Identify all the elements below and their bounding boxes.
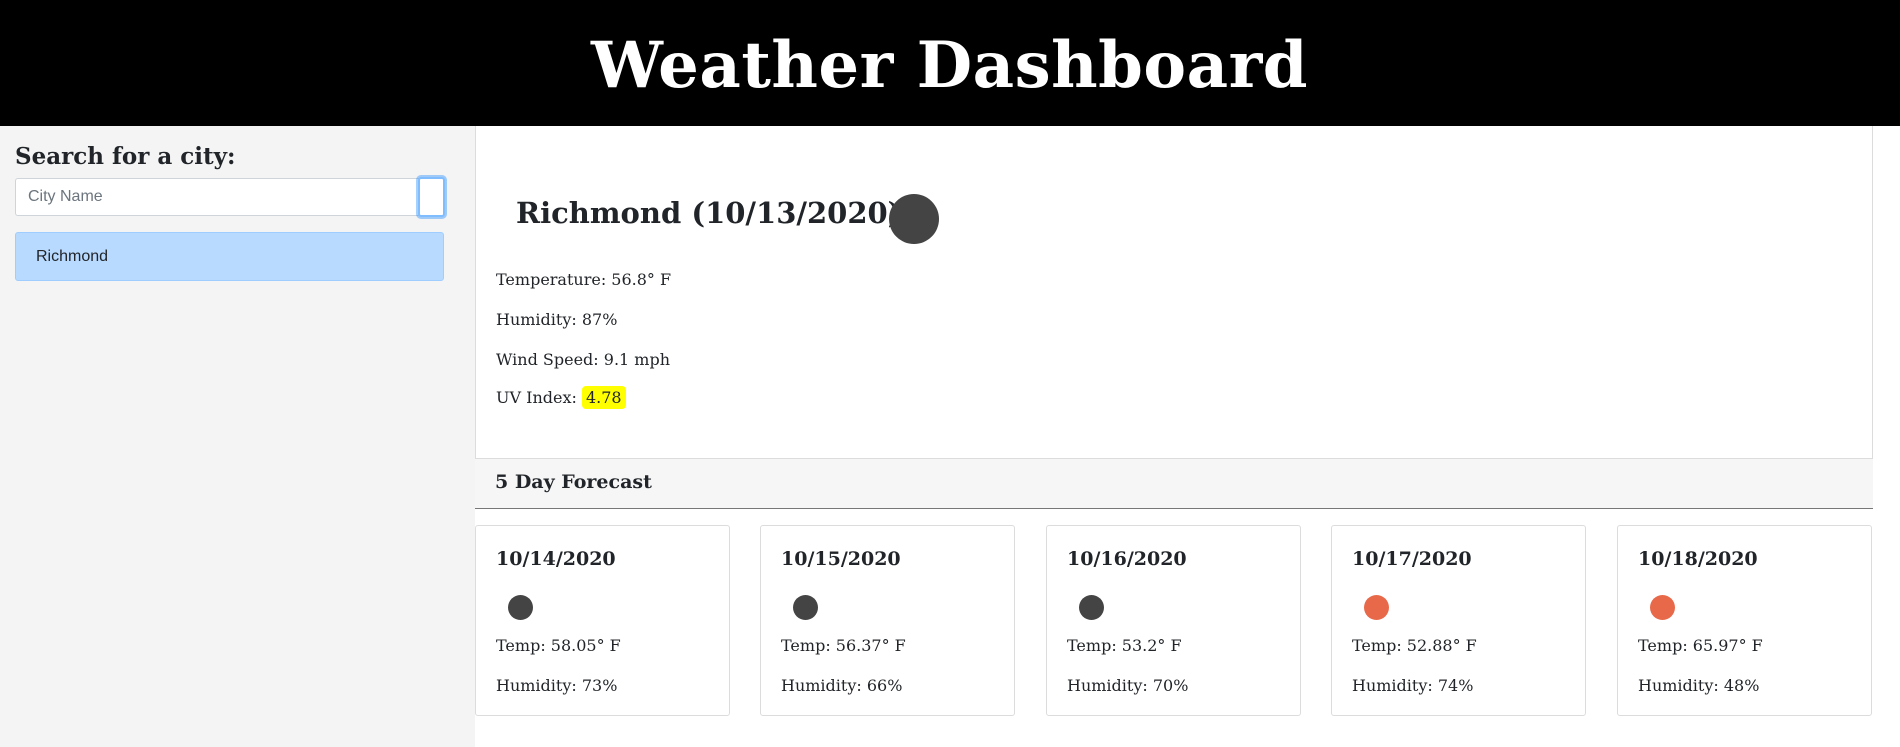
weather-icon	[1650, 595, 1675, 620]
search-heading: Search for a city:	[15, 143, 236, 170]
city-search-input[interactable]	[15, 178, 419, 216]
forecast-card: 10/17/2020 Temp: 52.88° F Humidity: 74%	[1331, 525, 1586, 716]
forecast-temp: Temp: 53.2° F	[1067, 636, 1182, 655]
uv-index-label: UV Index:	[496, 388, 582, 407]
forecast-temp: Temp: 56.37° F	[781, 636, 906, 655]
forecast-date: 10/18/2020	[1638, 548, 1758, 570]
search-button[interactable]	[418, 177, 445, 217]
uv-index-row: UV Index: 4.78	[496, 386, 626, 409]
weather-icon	[1364, 595, 1389, 620]
forecast-card: 10/16/2020 Temp: 53.2° F Humidity: 70%	[1046, 525, 1301, 716]
forecast-temp: Temp: 65.97° F	[1638, 636, 1763, 655]
forecast-card: 10/14/2020 Temp: 58.05° F Humidity: 73%	[475, 525, 730, 716]
forecast-date: 10/16/2020	[1067, 548, 1187, 570]
search-history-item[interactable]: Richmond	[15, 232, 444, 281]
forecast-date: 10/14/2020	[496, 548, 616, 570]
forecast-humidity: Humidity: 70%	[1067, 676, 1189, 695]
forecast-card: 10/15/2020 Temp: 56.37° F Humidity: 66%	[760, 525, 1015, 716]
forecast-card: 10/18/2020 Temp: 65.97° F Humidity: 48%	[1617, 525, 1872, 716]
current-city-title: Richmond (10/13/2020)	[516, 196, 902, 230]
forecast-header: 5 Day Forecast	[475, 459, 1873, 509]
weather-icon	[508, 595, 533, 620]
current-weather-card: Richmond (10/13/2020) Temperature: 56.8°…	[475, 126, 1873, 459]
wind-speed-text: Wind Speed: 9.1 mph	[496, 350, 671, 369]
forecast-humidity: Humidity: 48%	[1638, 676, 1760, 695]
forecast-humidity: Humidity: 74%	[1352, 676, 1474, 695]
app-header: Weather Dashboard	[0, 0, 1900, 126]
weather-icon	[793, 595, 818, 620]
forecast-date: 10/15/2020	[781, 548, 901, 570]
main-content: Richmond (10/13/2020) Temperature: 56.8°…	[475, 126, 1900, 747]
forecast-humidity: Humidity: 73%	[496, 676, 618, 695]
forecast-date: 10/17/2020	[1352, 548, 1472, 570]
page-title: Weather Dashboard	[590, 27, 1309, 103]
humidity-text: Humidity: 87%	[496, 310, 618, 329]
forecast-humidity: Humidity: 66%	[781, 676, 903, 695]
sidebar: Search for a city:	[0, 126, 475, 747]
forecast-temp: Temp: 52.88° F	[1352, 636, 1477, 655]
forecast-heading: 5 Day Forecast	[495, 471, 652, 493]
temperature-text: Temperature: 56.8° F	[496, 270, 672, 289]
forecast-temp: Temp: 58.05° F	[496, 636, 621, 655]
weather-icon	[1079, 595, 1104, 620]
uv-index-badge: 4.78	[581, 386, 626, 409]
weather-icon	[889, 194, 939, 244]
